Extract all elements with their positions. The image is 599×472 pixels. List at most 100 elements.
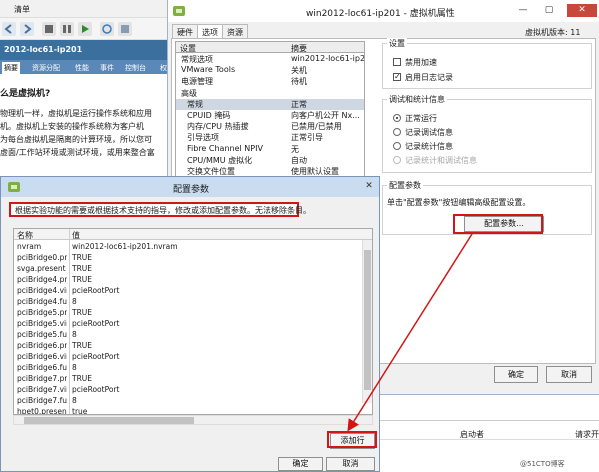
normal-run-radio[interactable] xyxy=(393,114,401,122)
config-table-row[interactable]: pciBridge6.vir... pcieRootPort xyxy=(14,351,364,362)
vm-name-bar: 2012-loc61-ip201 xyxy=(0,40,170,60)
options-table-row[interactable]: 常规 正常 xyxy=(176,98,364,110)
properties-title: win2012-loc61-ip201 - 虚拟机属性 xyxy=(306,9,455,19)
config-notice: 根据实验功能的需要或根据技术支持的指导，修改或添加配置参数。无法移除条目。 xyxy=(9,202,311,217)
column-request-start[interactable]: 请求开 xyxy=(575,429,599,440)
config-table-row[interactable]: pciBridge6.pr... TRUE xyxy=(14,340,364,351)
options-table-row[interactable]: Fibre Channel NPIV 无 xyxy=(176,144,364,155)
tab-hardware[interactable]: 硬件 xyxy=(172,24,198,38)
properties-titlebar: win2012-loc61-ip201 - 虚拟机属性 — ▢ ✕ xyxy=(168,0,599,22)
options-table-row[interactable]: 电源管理 待机 xyxy=(176,76,364,87)
maximize-button[interactable]: ▢ xyxy=(538,4,560,17)
column-value[interactable]: 值 xyxy=(72,230,80,241)
options-table-row[interactable]: CPU/MMU 虚拟化 自动 xyxy=(176,155,364,166)
content-line: 虚面/工作站环境或测试环境，或用来整合富 xyxy=(0,148,155,157)
options-table-row[interactable]: 高级 xyxy=(176,88,364,99)
options-table: 设置 摘要 常规选项 win2012-loc61-ip2... VMware Too… xyxy=(175,41,365,177)
options-table-row[interactable]: 内存/CPU 热插拔 已禁用/已禁用 xyxy=(176,121,364,132)
play-icon[interactable] xyxy=(78,22,92,36)
tab-resources[interactable]: 资源 xyxy=(222,24,248,38)
ok-button[interactable]: 确定 xyxy=(494,366,538,383)
config-table-row[interactable]: pciBridge5.vir... pcieRootPort xyxy=(14,318,364,329)
options-table-header: 设置 摘要 xyxy=(176,42,364,54)
record-stats-debug-radio[interactable] xyxy=(393,156,401,164)
config-table-row[interactable]: pciBridge4.fu... 8 xyxy=(14,296,364,307)
tab-events[interactable]: 事件 xyxy=(98,62,116,74)
param-value: 8 xyxy=(72,396,77,405)
param-value: pcieRootPort xyxy=(72,319,120,328)
refresh-icon[interactable] xyxy=(100,22,114,36)
option-setting: CPUID 掩码 xyxy=(187,111,231,120)
column-setting[interactable]: 设置 xyxy=(180,43,196,54)
config-table-row[interactable]: pciBridge7.vir... pcieRootPort xyxy=(14,384,364,395)
option-setting: 内存/CPU 热插拔 xyxy=(187,122,249,132)
param-name: hpet0.present xyxy=(17,407,67,415)
horizontal-scrollbar[interactable] xyxy=(13,415,373,425)
record-stats-radio[interactable] xyxy=(393,142,401,150)
column-name[interactable]: 名称 xyxy=(17,230,33,241)
tab-console[interactable]: 控制台 xyxy=(123,62,148,74)
options-table-row[interactable]: 常规选项 win2012-loc61-ip2... xyxy=(176,54,365,65)
tab-options[interactable]: 选项 xyxy=(197,24,223,39)
param-name: pciBridge6.pr... xyxy=(17,341,67,350)
cancel-button[interactable]: 取消 xyxy=(546,366,592,383)
enable-logging-checkbox[interactable]: ✓ xyxy=(393,73,401,81)
config-cancel-button[interactable]: 取消 xyxy=(326,457,375,471)
param-value: pcieRootPort xyxy=(72,352,120,361)
summary-content: 么是虚拟机? 物理机一样，虚拟机是运行操作系统和应用 机。虚拟机上安装的操作系统… xyxy=(0,74,170,184)
minimize-button[interactable]: — xyxy=(512,4,534,17)
param-value: TRUE xyxy=(72,253,93,262)
config-table-row[interactable]: nvram win2012-loc61-ip201.nvram xyxy=(14,241,364,252)
normal-run-label: 正常运行 xyxy=(405,114,437,123)
config-table-row[interactable]: svga.present TRUE xyxy=(14,263,364,274)
pause-icon[interactable] xyxy=(60,22,74,36)
back-icon[interactable] xyxy=(2,22,16,36)
option-setting: 电源管理 xyxy=(181,77,213,87)
config-table-row[interactable]: pciBridge4.vir... pcieRootPort xyxy=(14,285,364,296)
config-table-row[interactable]: pciBridge7.fu... 8 xyxy=(14,395,364,406)
param-value: win2012-loc61-ip201.nvram xyxy=(72,242,178,251)
enable-logging-label: 启用日志记录 xyxy=(405,73,453,82)
debug-statistics-group: 调试和统计信息 正常运行 记录调试信息 记录统计信息 记录统计和调试信息 xyxy=(382,94,592,173)
tab-summary[interactable]: 摘要 xyxy=(2,62,20,74)
tab-resource-allocation[interactable]: 资源分配 xyxy=(30,62,62,74)
horizontal-scroll-thumb[interactable] xyxy=(24,417,194,424)
stop-icon[interactable] xyxy=(42,22,56,36)
option-setting: 高级 xyxy=(181,88,197,98)
settings-group-title: 设置 xyxy=(387,38,407,49)
config-dialog-titlebar: 配置参数 ✕ xyxy=(1,177,379,197)
option-summary: 向客户机公开 Nx... xyxy=(291,111,360,120)
config-table-row[interactable]: pciBridge5.fu... 8 xyxy=(14,329,364,340)
option-summary: win2012-loc61-ip2... xyxy=(291,54,365,63)
forward-icon[interactable] xyxy=(20,22,34,36)
options-table-row[interactable]: 引导选项 正常引导 xyxy=(176,132,364,143)
client-toolbar xyxy=(0,18,170,40)
param-value: 8 xyxy=(72,363,77,372)
settings-icon[interactable] xyxy=(118,22,132,36)
config-table-row[interactable]: pciBridge5.pr... TRUE xyxy=(14,307,364,318)
tab-performance[interactable]: 性能 xyxy=(73,62,91,74)
record-debug-radio[interactable] xyxy=(393,128,401,136)
param-name: pciBridge7.pr... xyxy=(17,374,67,383)
options-table-row[interactable]: CPUID 掩码 向客户机公开 Nx... xyxy=(176,110,364,121)
config-table-row[interactable]: pciBridge7.pr... TRUE xyxy=(14,373,364,384)
close-button[interactable]: ✕ xyxy=(567,4,597,17)
vertical-scrollbar[interactable] xyxy=(362,240,372,403)
option-setting: 引导选项 xyxy=(187,133,219,143)
column-initiator[interactable]: 启动者 xyxy=(460,429,484,440)
config-dialog-close-button[interactable]: ✕ xyxy=(361,180,377,192)
tasks-header xyxy=(380,426,599,440)
config-table-row[interactable]: pciBridge6.fu... 8 xyxy=(14,362,364,373)
disable-acceleration-checkbox[interactable] xyxy=(393,58,401,66)
config-table-row[interactable]: pciBridge4.pr... TRUE xyxy=(14,274,364,285)
param-value: 8 xyxy=(72,297,77,306)
option-setting: 常规 xyxy=(187,99,203,109)
config-table-row[interactable]: pciBridge0.pr... TRUE xyxy=(14,252,364,263)
column-summary[interactable]: 摘要 xyxy=(291,43,307,54)
debug-group-title: 调试和统计信息 xyxy=(387,94,447,105)
config-table-row[interactable]: hpet0.present true xyxy=(14,406,364,415)
param-value: TRUE xyxy=(72,308,93,317)
options-table-row[interactable]: VMware Tools 关机 xyxy=(176,65,364,76)
config-ok-button[interactable]: 确定 xyxy=(278,457,323,471)
vertical-scroll-thumb[interactable] xyxy=(364,250,371,390)
